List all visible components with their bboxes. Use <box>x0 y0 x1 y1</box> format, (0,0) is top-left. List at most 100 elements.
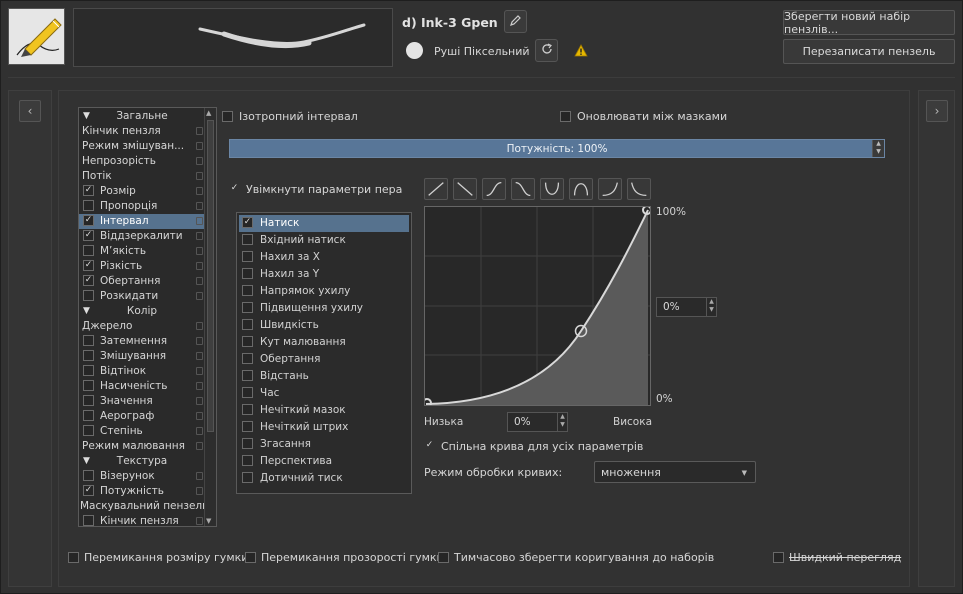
stroke-preview[interactable] <box>73 8 393 67</box>
checkbox[interactable] <box>560 110 571 122</box>
checkbox[interactable] <box>242 335 253 347</box>
checkbox[interactable] <box>242 352 253 364</box>
overwrite-preset-button[interactable]: Перезаписати пензель <box>783 39 955 64</box>
isotropic-checkbox[interactable]: Ізотропний інтервал <box>222 110 358 123</box>
option-item[interactable]: ✓ Віддзеркалити <box>79 229 205 244</box>
checkbox[interactable] <box>83 289 94 301</box>
rename-preset-button[interactable] <box>504 10 527 33</box>
lock-icon[interactable] <box>196 172 203 180</box>
sensor-item[interactable]: Нахил за X <box>237 249 411 266</box>
checkbox[interactable] <box>242 233 253 245</box>
scroll-down-icon[interactable]: ▼ <box>206 517 211 525</box>
option-item[interactable]: Затемнення <box>79 334 205 349</box>
option-item[interactable]: М’якість <box>79 244 205 259</box>
lock-icon[interactable] <box>196 322 203 330</box>
checkbox[interactable] <box>222 110 233 122</box>
checkbox[interactable] <box>242 369 253 381</box>
checkbox[interactable] <box>83 379 94 391</box>
lock-icon[interactable] <box>196 247 203 255</box>
checkbox[interactable]: ✓ <box>83 274 94 286</box>
option-item[interactable]: ✓ Інтервал <box>79 214 205 229</box>
low-value-spin[interactable]: 0% ▲ ▼ <box>507 412 568 432</box>
checkbox[interactable]: ✓ <box>83 184 94 196</box>
option-item[interactable]: Розкидати <box>79 289 205 304</box>
next-button[interactable]: › <box>926 100 948 122</box>
instant-preview-toggle[interactable]: Швидкий перегляд <box>773 551 901 564</box>
sensor-list[interactable]: ✓ Натиск Вхідний натиск Нахил за X Нахил за … <box>236 212 412 494</box>
expand-triangle-icon[interactable]: ▼ <box>83 109 90 124</box>
option-item[interactable]: Насиченість <box>79 379 205 394</box>
curve-preset-button[interactable] <box>453 178 477 200</box>
spin-arrows[interactable]: ▲ ▼ <box>557 413 567 431</box>
curve-preset-button[interactable] <box>482 178 506 200</box>
expand-triangle-icon[interactable]: ▼ <box>83 454 90 469</box>
lock-icon[interactable] <box>196 187 203 195</box>
eraser-size-toggle[interactable]: Перемикання розміру гумки <box>68 551 248 564</box>
sensor-item[interactable]: Нахил за Y <box>237 266 411 283</box>
checkbox[interactable] <box>83 199 94 211</box>
option-item[interactable]: Степінь <box>79 424 205 439</box>
options-category[interactable]: ▼ Загальне <box>79 109 205 124</box>
checkbox[interactable] <box>68 551 79 563</box>
checkbox[interactable]: ✓ <box>83 259 94 271</box>
checkbox[interactable]: ✓ <box>83 484 94 496</box>
sensor-item[interactable]: Напрямок ухилу <box>237 283 411 300</box>
checkbox[interactable] <box>83 424 94 436</box>
sensor-item[interactable]: Дотичний тиск <box>237 470 411 487</box>
spin-arrows[interactable]: ▲ ▼ <box>706 298 716 316</box>
save-new-preset-button[interactable]: Зберегти новий набір пензлів... <box>783 10 955 36</box>
option-item[interactable]: Змішування <box>79 349 205 364</box>
options-category[interactable]: ▼ Текстура <box>79 454 205 469</box>
checkbox[interactable] <box>438 551 449 563</box>
option-item[interactable]: ✓ Різкість <box>79 259 205 274</box>
lock-icon[interactable] <box>196 337 203 345</box>
checkbox[interactable]: ✓ <box>242 216 253 228</box>
sensor-item[interactable]: Нечіткий штрих <box>237 419 411 436</box>
update-between-masks-checkbox[interactable]: Оновлювати між мазками <box>560 110 727 123</box>
sensor-item[interactable]: Відстань <box>237 368 411 385</box>
temp-save-toggle[interactable]: Тимчасово зберегти коригування до наборі… <box>438 551 714 564</box>
sensor-item[interactable]: Час <box>237 385 411 402</box>
lock-icon[interactable] <box>196 127 203 135</box>
checkbox[interactable] <box>245 551 256 563</box>
option-item[interactable]: Кінчик пензля <box>79 514 205 526</box>
checkbox[interactable] <box>242 386 253 398</box>
checkbox[interactable] <box>83 409 94 421</box>
option-item[interactable]: Режим змішуван... <box>79 139 205 154</box>
lock-icon[interactable] <box>196 472 203 480</box>
curve-preset-button[interactable] <box>569 178 593 200</box>
strength-spin-arrows[interactable]: ▲ ▼ <box>872 140 884 157</box>
curve-preset-button[interactable] <box>511 178 535 200</box>
sensor-item[interactable]: Перспектива <box>237 453 411 470</box>
checkbox[interactable] <box>242 471 253 483</box>
checkbox[interactable] <box>83 394 94 406</box>
lock-icon[interactable] <box>196 217 203 225</box>
shared-curve-checkbox[interactable]: ✓ Спільна крива для усіх параметрів <box>424 440 644 453</box>
checkbox[interactable]: ✓ <box>424 440 435 452</box>
curve-mode-select[interactable]: множення ▼ <box>594 461 756 483</box>
lock-icon[interactable] <box>196 367 203 375</box>
expand-triangle-icon[interactable]: ▼ <box>83 304 90 319</box>
lock-icon[interactable] <box>196 142 203 150</box>
curve-preset-button[interactable] <box>540 178 564 200</box>
lock-icon[interactable] <box>196 442 203 450</box>
checkbox[interactable] <box>83 469 94 481</box>
option-item[interactable]: Кінчик пензля <box>79 124 205 139</box>
curve-point-value-spin[interactable]: 0% ▲ ▼ <box>656 297 717 317</box>
sensor-item[interactable]: Підвищення ухилу <box>237 300 411 317</box>
prev-button[interactable]: ‹ <box>19 100 41 122</box>
eraser-opacity-toggle[interactable]: Перемикання прозорості гумки <box>245 551 444 564</box>
sensor-item[interactable]: Згасання <box>237 436 411 453</box>
option-item[interactable]: Режим малювання <box>79 439 205 454</box>
checkbox[interactable]: ✓ <box>83 214 94 226</box>
sensor-item[interactable]: ✓ Натиск <box>239 215 409 232</box>
enable-pen-settings-checkbox[interactable]: ✓ Увімкнути параметри пера <box>229 183 403 196</box>
checkbox[interactable] <box>242 267 253 279</box>
option-item[interactable]: ✓ Потужність <box>79 484 205 499</box>
option-item[interactable]: Потік <box>79 169 205 184</box>
lock-icon[interactable] <box>196 262 203 270</box>
option-item[interactable]: ✓ Розмір <box>79 184 205 199</box>
checkbox[interactable] <box>242 403 253 415</box>
brush-options-list[interactable]: ▼ Загальне Кінчик пензля Режим змішуван... Н… <box>78 107 217 527</box>
sensor-item[interactable]: Обертання <box>237 351 411 368</box>
